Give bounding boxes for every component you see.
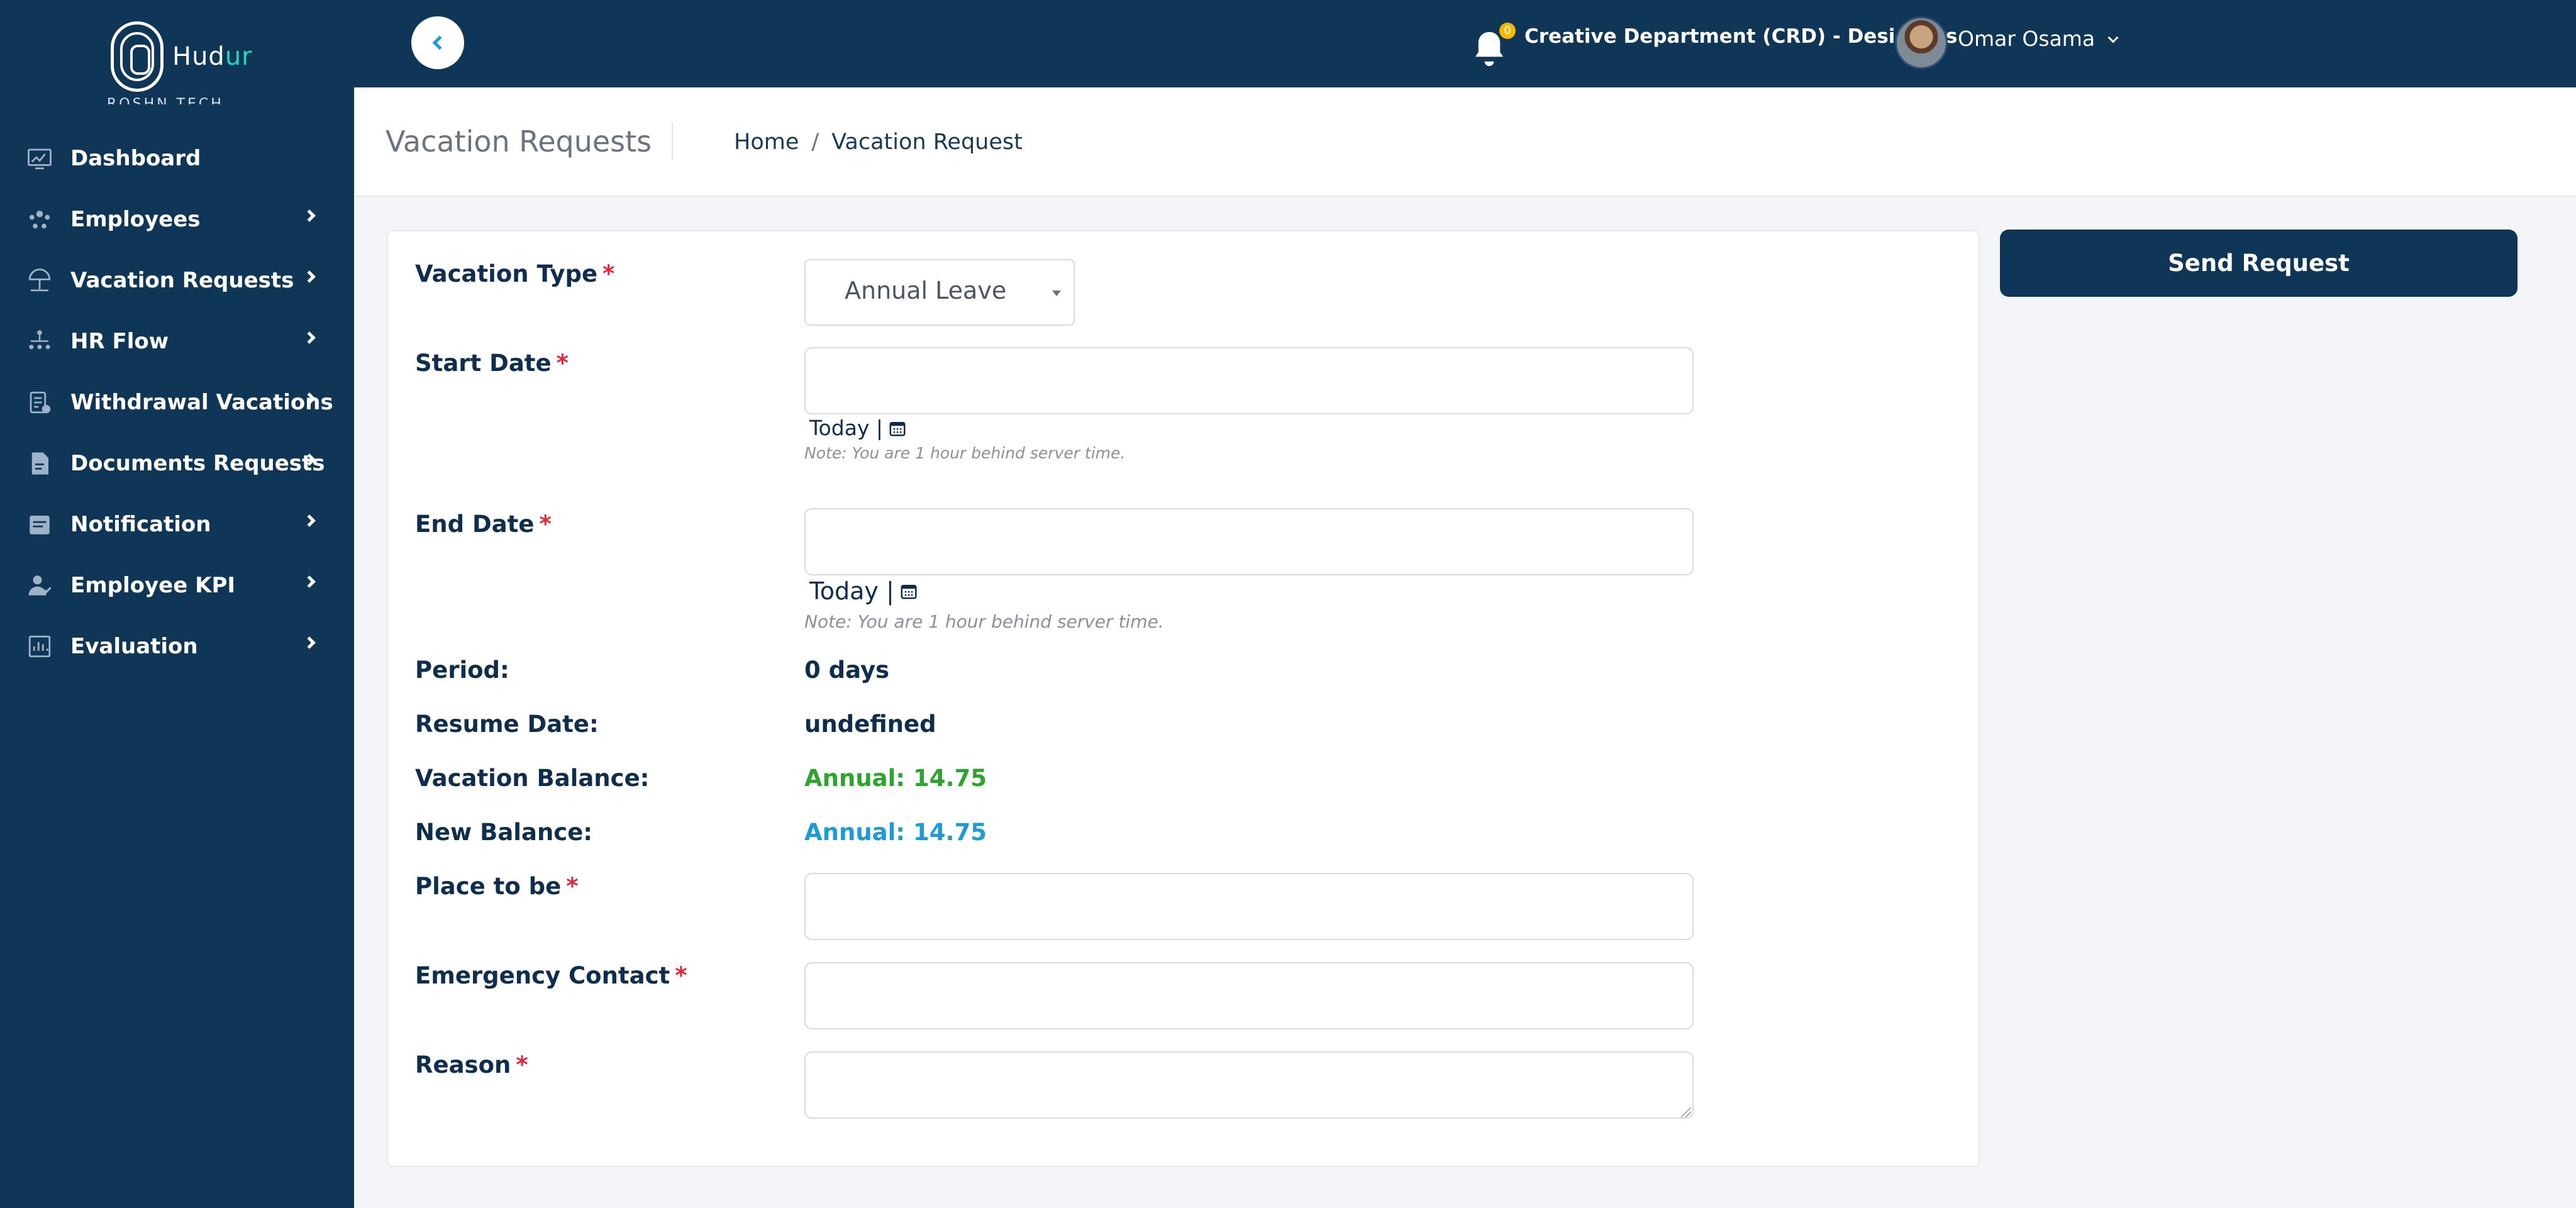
vacation-type-value: Annual Leave (845, 277, 1007, 304)
withdrawal-icon (25, 388, 54, 417)
resume-date-label: Resume Date: (415, 711, 599, 738)
start-date-today-link[interactable]: Today | (809, 416, 883, 440)
sidebar-item-documents-requests[interactable]: Documents Requests (0, 433, 354, 494)
kpi-icon (25, 571, 54, 600)
document-icon (25, 449, 54, 478)
chevron-right-icon (303, 514, 316, 527)
end-date-label: End Date * (415, 511, 552, 538)
sidebar-item-dashboard[interactable]: Dashboard (0, 128, 354, 189)
page-header: Vacation Requests Home / Vacation Reques… (354, 87, 2576, 197)
breadcrumb: Home / Vacation Request (734, 126, 1023, 158)
sidebar-item-label: Employee KPI (70, 572, 236, 598)
breadcrumb-current: Vacation Request (831, 130, 1023, 155)
vacation-request-form: Vacation Type * Annual Leave Start Date * … (387, 230, 1980, 1167)
sidebar-item-label: Withdrawal Vacations (70, 389, 333, 415)
sidebar-nav: Dashboard Employees Vacation Requests HR… (0, 128, 354, 677)
sidebar-item-label: Documents Requests (70, 450, 325, 476)
emergency-contact-input[interactable] (804, 962, 1694, 1029)
caret-down-icon (1052, 291, 1061, 296)
sidebar-item-withdrawal-vacations[interactable]: Withdrawal Vacations (0, 372, 354, 433)
send-request-button[interactable]: Send Request (2000, 230, 2518, 297)
sidebar-item-label: Evaluation (70, 633, 198, 659)
sidebar-item-employees[interactable]: Employees (0, 189, 354, 250)
hierarchy-icon (25, 327, 54, 356)
vacation-balance-value: Annual: 14.75 (804, 765, 987, 792)
sidebar-item-label: HR Flow (70, 328, 169, 354)
period-value: 0 days (804, 657, 890, 684)
sidebar-item-vacation-requests[interactable]: Vacation Requests (0, 250, 354, 311)
logo-text: Hudur (172, 42, 253, 71)
new-balance-label: New Balance: (415, 819, 593, 846)
notification-count-badge: 0 (1499, 23, 1516, 39)
sidebar-item-label: Notification (70, 511, 211, 537)
department-label: Creative Department (CRD) - Designers (1524, 25, 1958, 48)
new-balance-value: Annual: 14.75 (804, 819, 987, 846)
place-to-be-input[interactable] (804, 873, 1694, 940)
chevron-right-icon (303, 331, 316, 344)
sidebar-item-label: Employees (70, 206, 201, 232)
end-date-input[interactable] (804, 508, 1694, 575)
calendar-icon[interactable] (888, 419, 907, 438)
end-date-server-note: Note: You are 1 hour behind server time. (804, 611, 1164, 632)
chevron-left-icon (432, 35, 447, 50)
chevron-right-icon (303, 209, 316, 222)
start-date-input[interactable] (804, 347, 1694, 414)
notification-icon (25, 510, 54, 539)
breadcrumb-home-link[interactable]: Home (734, 126, 799, 158)
sidebar-item-label: Dashboard (70, 146, 201, 171)
employees-icon (25, 205, 54, 234)
beach-umbrella-icon (25, 266, 54, 295)
start-date-label: Start Date * (415, 350, 569, 377)
vacation-balance-label: Vacation Balance: (415, 765, 650, 792)
top-bar (354, 0, 2576, 87)
breadcrumb-separator: / (811, 130, 819, 155)
end-date-today-link[interactable]: Today | (809, 577, 894, 605)
user-menu[interactable]: Omar Osama (1958, 26, 2095, 51)
calendar-icon[interactable] (899, 582, 918, 601)
logo-subtitle: ROSHN TECH (107, 96, 224, 104)
resize-grip-icon[interactable] (1681, 1107, 1691, 1117)
sidebar: Hudur ROSHN TECH Dashboard Employees Vac… (0, 0, 354, 1208)
chevron-right-icon (303, 270, 316, 283)
chevron-right-icon (303, 575, 316, 588)
place-to-be-label: Place to be * (415, 873, 579, 900)
start-date-server-note: Note: You are 1 hour behind server time. (804, 444, 1126, 462)
dashboard-icon (25, 144, 54, 173)
vacation-type-select[interactable]: Annual Leave (804, 259, 1075, 326)
reason-label: Reason * (415, 1051, 528, 1078)
sidebar-item-hr-flow[interactable]: HR Flow (0, 311, 354, 372)
chevron-right-icon (303, 636, 316, 649)
resume-date-value: undefined (804, 711, 936, 738)
sidebar-item-label: Vacation Requests (70, 267, 294, 293)
fingerprint-logo-icon (111, 21, 164, 92)
collapse-sidebar-button[interactable] (411, 16, 464, 69)
evaluation-icon (25, 632, 54, 661)
avatar[interactable] (1895, 16, 1948, 69)
sidebar-item-notification[interactable]: Notification (0, 494, 354, 555)
sidebar-item-employee-kpi[interactable]: Employee KPI (0, 555, 354, 616)
emergency-contact-label: Emergency Contact * (415, 962, 687, 989)
reason-textarea[interactable] (804, 1051, 1694, 1119)
period-label: Period: (415, 657, 509, 684)
end-date-shortcuts: Today | (809, 577, 918, 605)
vacation-type-label: Vacation Type * (415, 260, 615, 287)
hudur-logo[interactable]: Hudur (111, 19, 253, 94)
start-date-shortcuts: Today | (809, 416, 907, 440)
sidebar-item-evaluation[interactable]: Evaluation (0, 616, 354, 677)
page-title: Vacation Requests (386, 123, 674, 160)
